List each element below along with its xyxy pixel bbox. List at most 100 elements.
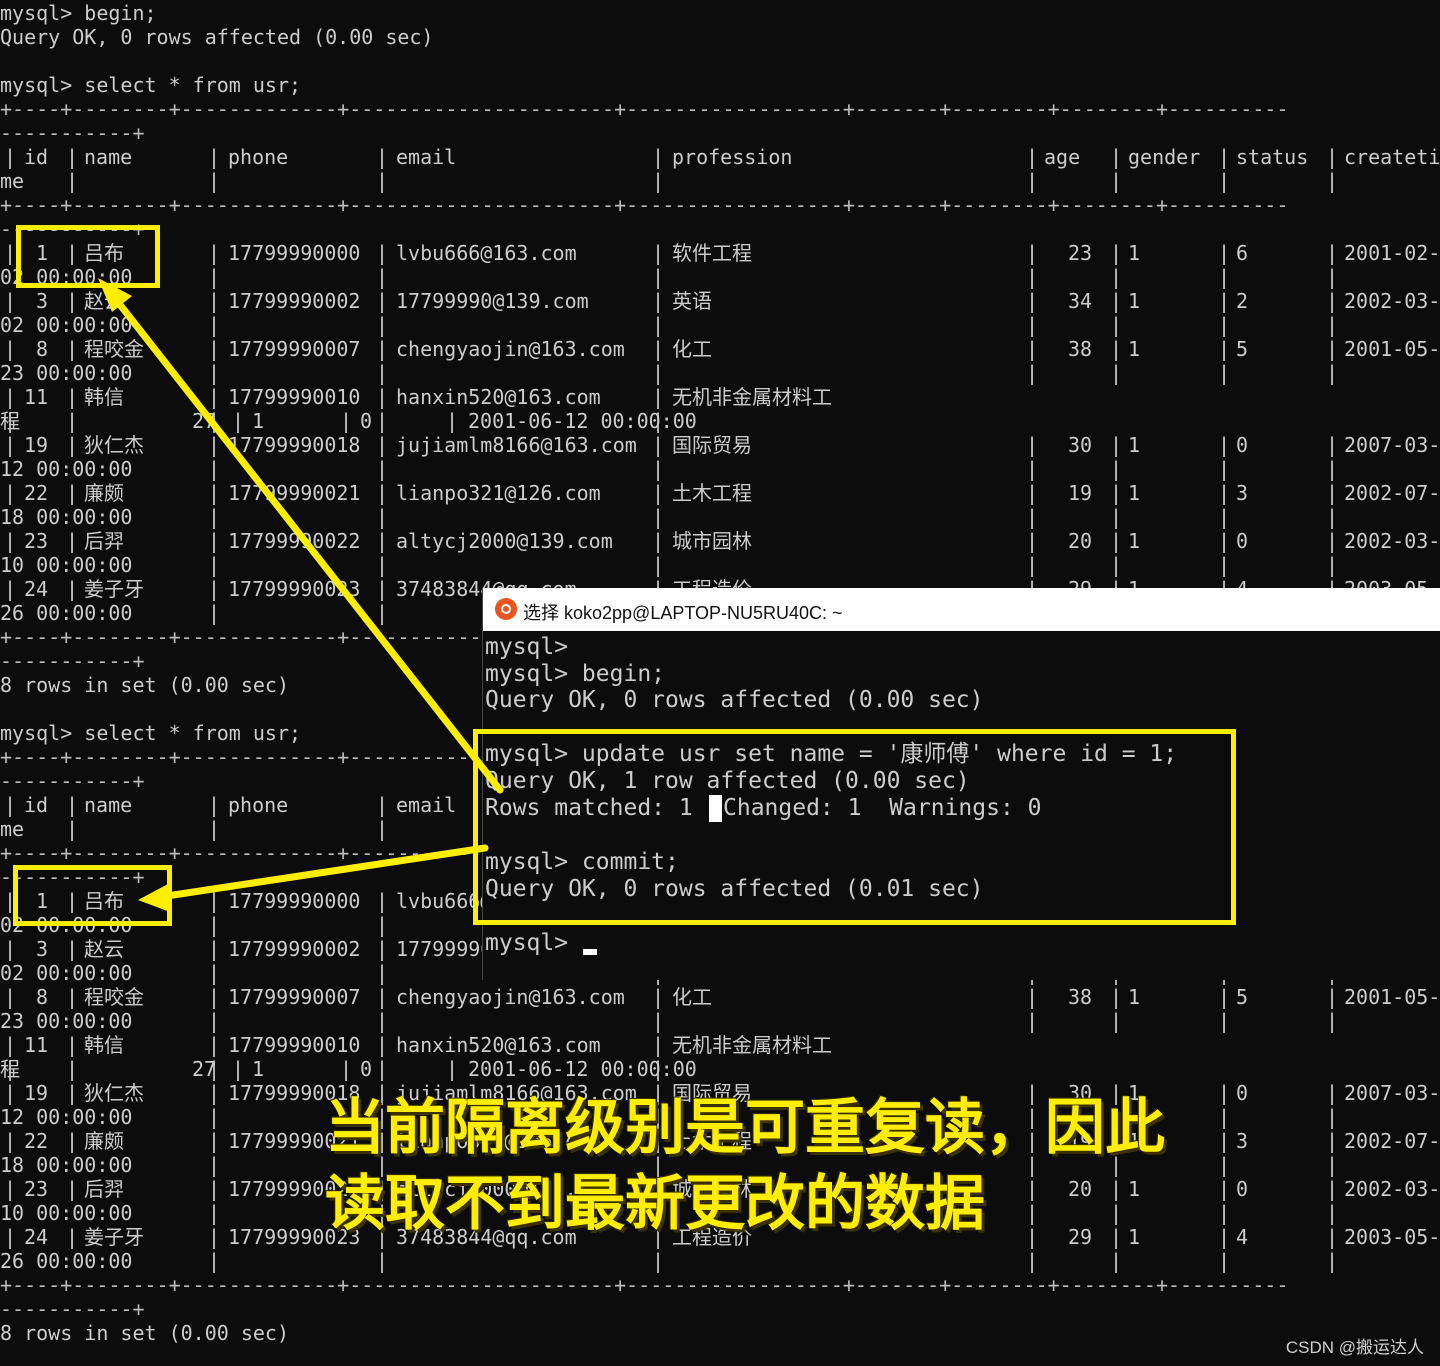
cell-age: 38 — [1068, 985, 1093, 1009]
col-age-header: age — [1044, 145, 1081, 169]
column-divider — [652, 985, 672, 1033]
cell-wrap: 12 00:00:00 — [0, 457, 133, 481]
column-divider — [1218, 289, 1238, 337]
cell-phone: 17799990000 — [228, 241, 361, 265]
cell-name: 韩信 — [84, 1033, 124, 1057]
cell-id: 8 — [36, 985, 49, 1009]
cell-gender: 1 — [1128, 241, 1141, 265]
cell-gender: 1 — [1128, 1225, 1141, 1249]
cell-profession: 城市园林 — [672, 529, 752, 553]
cell-wrap: 程 — [0, 409, 20, 433]
cell-email: chengyaojin@163.com — [396, 337, 625, 361]
highlight-box-old-name — [16, 225, 160, 288]
cell-id: 19 — [24, 433, 49, 457]
table-border: +----+--------+-------------+-----------… — [0, 1273, 1289, 1297]
header-wrap-text: me — [0, 817, 25, 841]
cell-name: 姜子牙 — [84, 577, 144, 601]
column-divider — [1326, 337, 1346, 385]
header-wrap-text: me — [0, 169, 25, 193]
cell-gender: 1 — [252, 1057, 265, 1081]
cell-id: 22 — [24, 1129, 49, 1153]
column-divider — [1110, 985, 1130, 1033]
table-border: +----+--------+-------------+-----------… — [0, 193, 1289, 217]
cell-email: lianpo321@126.com — [396, 481, 601, 505]
cell-status: 0 — [360, 409, 373, 433]
cell-id: 11 — [24, 385, 49, 409]
win-line-prompt: mysql> — [485, 634, 569, 660]
terminal-line-select: mysql> select * from usr; — [0, 73, 302, 97]
cell-email: jujiamlm8166@163.com — [396, 433, 637, 457]
column-divider — [652, 241, 672, 289]
cell-age: 27 — [192, 1057, 217, 1081]
window-titlebar[interactable]: 选择 koko2pp@LAPTOP-NU5RU40C: ~ — [483, 588, 1440, 631]
column-divider — [1326, 433, 1346, 481]
column-divider — [208, 1081, 228, 1129]
table-row: 1吕布17799990000lvbu666@163.com软件工程2316200… — [0, 241, 1440, 289]
terminal-line-select-2: mysql> select * from usr; — [0, 721, 302, 745]
cell-createtime: 2001-06-12 00:00:00 — [468, 409, 697, 433]
col-profession-header: profession — [672, 145, 793, 169]
cell-name: 赵云 — [84, 937, 124, 961]
cell-email: hanxin520@163.com — [396, 1033, 601, 1057]
column-divider — [66, 793, 86, 841]
cell-createtime: 2007-03- — [1344, 1081, 1440, 1105]
column-divider — [1026, 1225, 1046, 1273]
cell-wrap: 程 — [0, 1057, 20, 1081]
win-line-prompt-active[interactable]: mysql> — [485, 930, 582, 957]
column-divider — [376, 793, 396, 841]
column-divider: | — [340, 1057, 353, 1081]
blinking-cursor — [583, 949, 597, 955]
cell-name: 狄仁杰 — [84, 1081, 144, 1105]
cell-profession: 土木工程 — [672, 481, 752, 505]
cell-wrap: 02 00:00:00 — [0, 313, 133, 337]
column-divider — [376, 241, 396, 289]
cell-phone: 17799990007 — [228, 985, 361, 1009]
rows-in-set: 8 rows in set (0.00 sec) — [0, 1321, 289, 1345]
cell-id: 23 — [24, 1177, 49, 1201]
column-divider — [208, 1129, 228, 1177]
cell-id: 24 — [24, 1225, 49, 1249]
cell-createtime: 2001-05- — [1344, 985, 1440, 1009]
column-divider — [1110, 1177, 1130, 1225]
column-divider — [1026, 985, 1046, 1033]
cell-profession: 英语 — [672, 289, 712, 313]
cell-name: 廉颇 — [84, 481, 124, 505]
column-divider — [66, 385, 86, 433]
cell-profession: 化工 — [672, 985, 712, 1009]
column-divider — [1026, 337, 1046, 385]
column-divider — [1026, 433, 1046, 481]
table-row: 8 程咬金 17799990007 chengyaojin@163.com 化工 38 1 5… — [0, 337, 1440, 385]
column-divider — [208, 241, 228, 289]
column-divider — [376, 577, 396, 625]
cell-gender: 1 — [1128, 289, 1141, 313]
column-divider: | — [232, 409, 245, 433]
cell-name: 赵云 — [84, 289, 124, 313]
column-divider — [208, 1225, 228, 1273]
cell-wrap: 26 00:00:00 — [0, 601, 133, 625]
table-border-tail: -----------+ — [0, 121, 145, 145]
column-divider — [1218, 433, 1238, 481]
cell-id: 22 — [24, 481, 49, 505]
column-divider — [652, 337, 672, 385]
cell-profession: 无机非金属材料工 — [672, 1033, 832, 1057]
column-divider — [208, 481, 228, 529]
column-divider — [376, 481, 396, 529]
column-divider — [1218, 529, 1238, 577]
table-border: +----+--------+-------------+-----------… — [0, 97, 1289, 121]
column-divider — [376, 529, 396, 577]
cell-wrap: 23 00:00:00 — [0, 361, 133, 385]
highlight-box-read-name — [13, 865, 172, 926]
col-gender-header: gender — [1128, 145, 1201, 169]
table-row: 22 廉颇 17799990021 lianpo321@126.com 土木工程 19 1 3… — [0, 481, 1440, 529]
column-divider — [1218, 1081, 1238, 1129]
column-divider: | — [340, 409, 353, 433]
column-divider — [376, 337, 396, 385]
cell-age: 38 — [1068, 337, 1093, 361]
table-border-tail: -----------+ — [0, 1297, 145, 1321]
cell-profession: 无机非金属材料工 — [672, 385, 832, 409]
cell-name: 狄仁杰 — [84, 433, 144, 457]
column-divider — [376, 889, 396, 937]
cell-phone: 17799990010 — [228, 1033, 361, 1057]
cell-profession: 软件工程 — [672, 241, 752, 265]
column-divider — [1110, 481, 1130, 529]
